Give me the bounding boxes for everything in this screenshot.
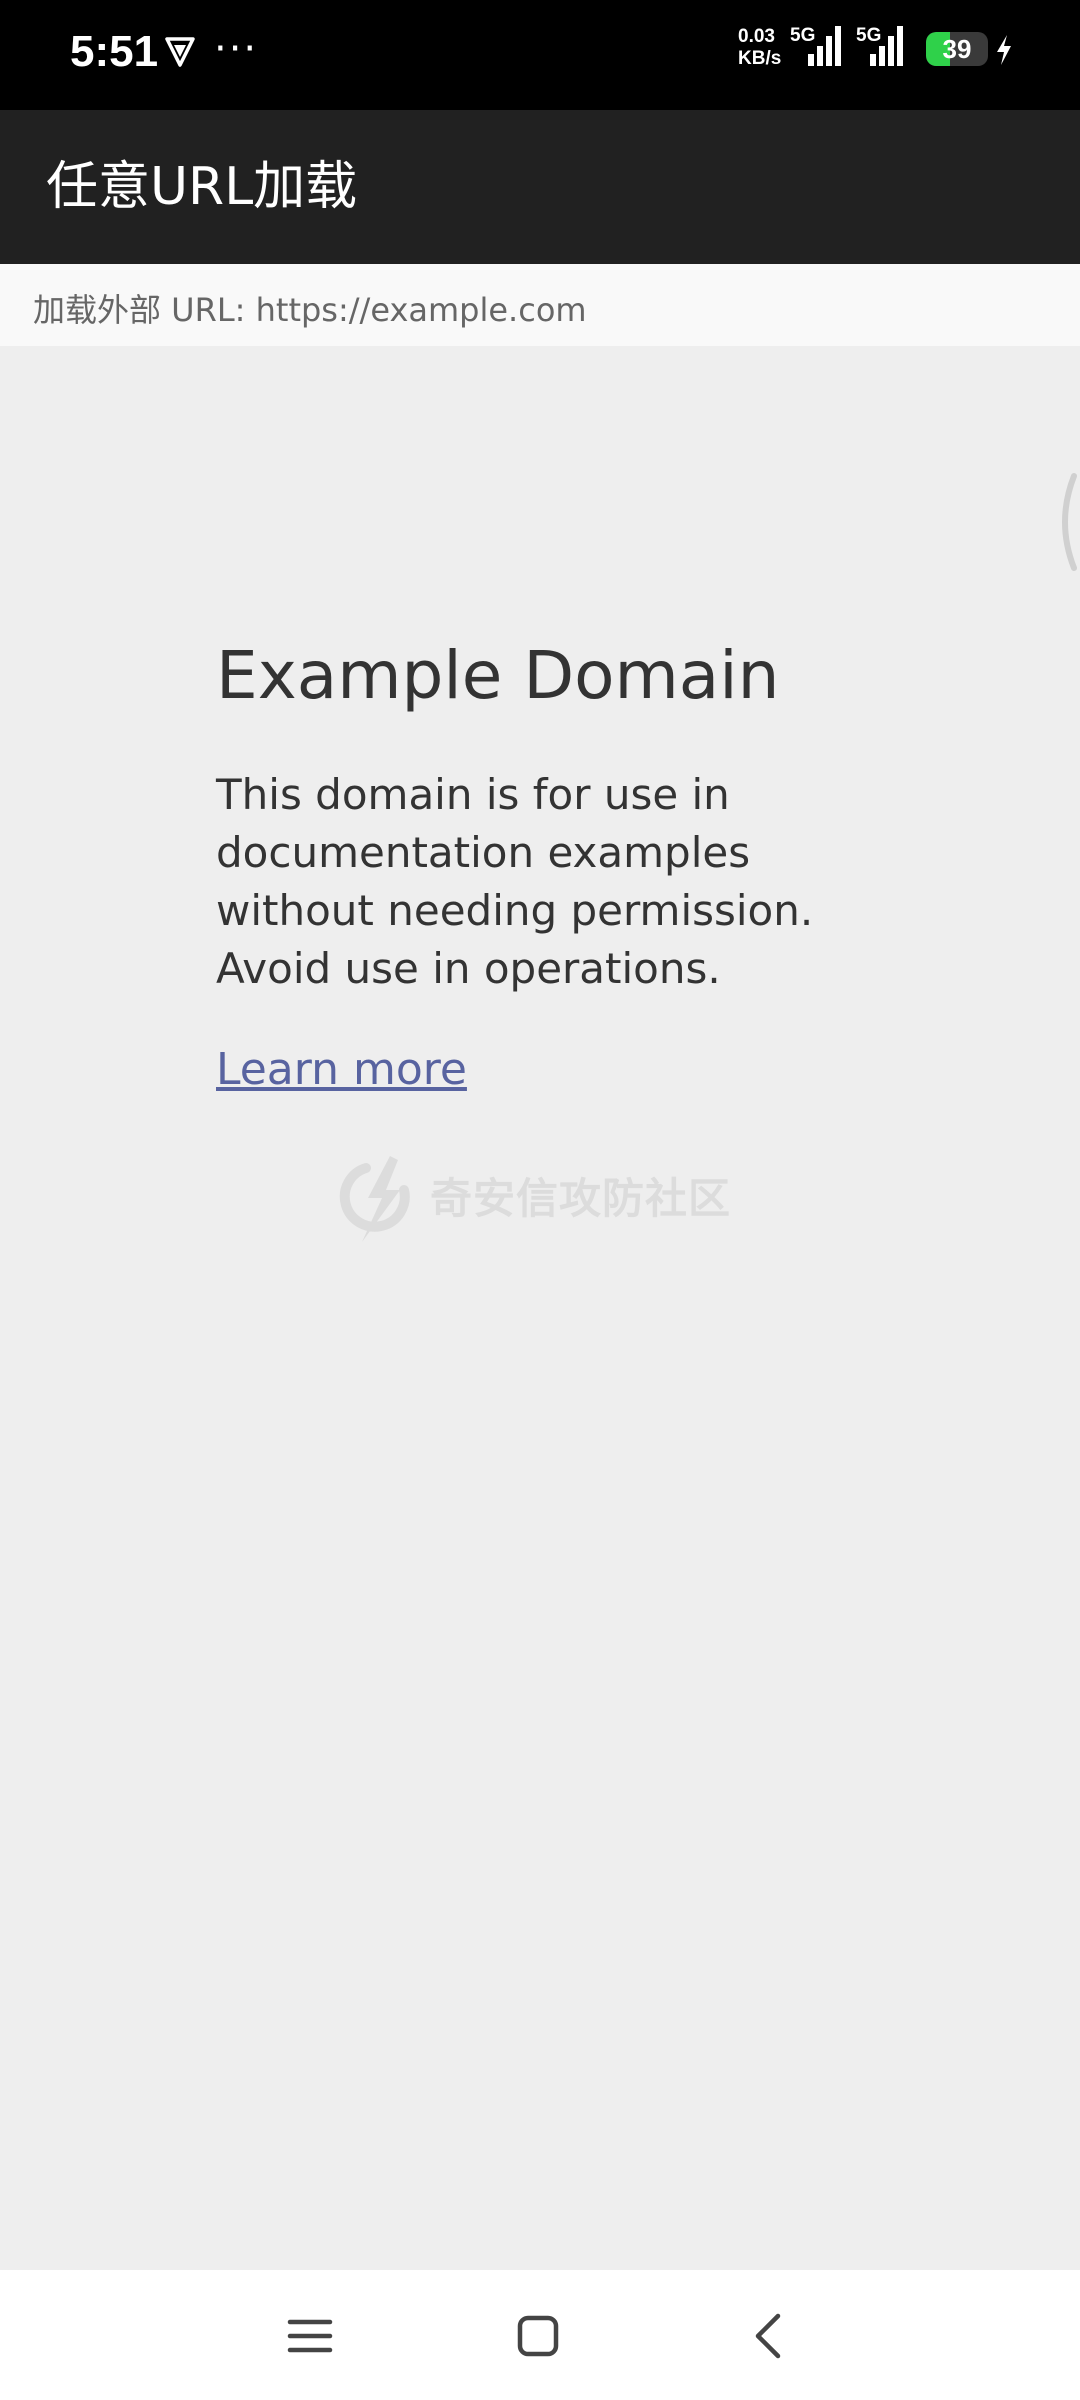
webview[interactable]: Example Domain This domain is for use in… <box>0 346 1080 2270</box>
network-speed-unit: KB/s <box>738 48 782 69</box>
app-title: 任意URL加载 <box>46 157 358 217</box>
status-time: 5:51 <box>70 27 159 76</box>
watermark-logo-icon <box>339 1156 410 1242</box>
back-gesture-handle[interactable] <box>1050 472 1080 572</box>
navigation-bar <box>0 2270 1080 2400</box>
vpn-shield-icon <box>165 37 195 67</box>
signal-icon <box>870 26 903 66</box>
app-bar: 任意URL加载 <box>0 110 1080 264</box>
screen: 5:51 ··· 0.03 KB/s 5G 5G 39 任意URL加载 加载外部… <box>0 0 1080 2400</box>
watermark-text: 奇安信攻防社区 <box>430 1174 732 1223</box>
home-icon[interactable] <box>500 2298 576 2374</box>
menu-icon[interactable] <box>272 2298 348 2374</box>
network-speed-value: 0.03 <box>738 26 775 47</box>
url-label: 加载外部 URL: https://example.com <box>33 291 587 329</box>
url-label-bar: 加载外部 URL: https://example.com <box>0 264 1080 346</box>
signal-icon <box>808 26 841 66</box>
more-notifications-icon: ··· <box>214 26 259 72</box>
page-heading: Example Domain <box>216 637 780 714</box>
battery-level: 39 <box>942 34 972 64</box>
learn-more-link[interactable]: Learn more <box>216 1040 467 1100</box>
status-bar: 5:51 ··· 0.03 KB/s 5G 5G 39 <box>0 0 1080 110</box>
charging-bolt-icon <box>997 35 1011 65</box>
battery-icon: 39 <box>926 32 988 66</box>
watermark: 奇安信攻防社区 <box>338 1154 758 1244</box>
page-body-text: This domain is for use in documentation … <box>216 770 814 993</box>
back-icon[interactable] <box>730 2298 806 2374</box>
network-speed: 0.03 KB/s <box>738 26 792 70</box>
